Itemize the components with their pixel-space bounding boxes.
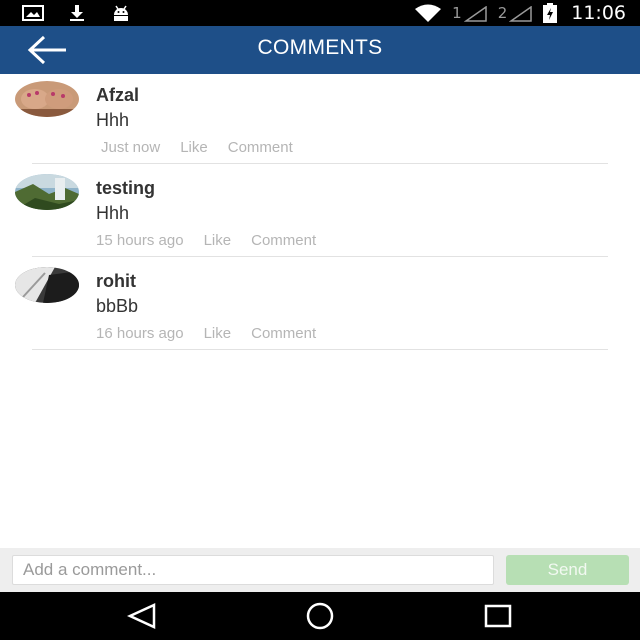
comment-author: rohit [96,271,136,291]
comment-composer: Send [0,548,640,592]
signal-icon [463,6,487,22]
divider [32,163,608,164]
comment-meta: 15 hours ago Like Comment [96,232,336,249]
comment-text: Hhh [96,203,130,223]
app-bar: COMMENTS [0,26,640,74]
comments-list: Afzal Hhh Just now Like Comment testing … [0,74,640,353]
system-status: 1 2 11:06 [414,2,626,24]
signal-icon [509,6,532,22]
nav-back-button[interactable] [124,602,160,630]
page-title: COMMENTS [257,36,383,59]
comment-link[interactable]: Comment [228,139,293,156]
download-icon [70,5,84,21]
comment-text: bbBb [96,296,139,316]
home-circle-icon [306,602,334,630]
comment-author: Afzal [96,85,140,105]
avatar [15,267,79,303]
notification-icons [22,4,132,22]
image-notification-icon [22,5,44,21]
back-triangle-icon [126,603,156,629]
status-bar: 1 2 11:06 [0,0,640,26]
comment-text: Hhh [96,110,130,130]
like-link[interactable]: Like [204,325,232,342]
sim1-signal: 1 [452,4,488,22]
wifi-icon [415,4,442,22]
comment-link[interactable]: Comment [251,232,316,249]
clock: 11:06 [571,2,626,24]
nav-home-button[interactable] [302,602,338,630]
avatar [15,81,79,117]
comment-meta: 16 hours ago Like Comment [96,325,336,342]
recents-square-icon [484,604,512,628]
android-icon [114,5,128,21]
comment-item: Afzal Hhh Just now Like Comment [0,74,640,167]
navigation-bar [0,592,640,640]
divider [32,256,608,257]
comment-item: rohit bbBb 16 hours ago Like Comment [0,260,640,353]
comment-author: testing [96,178,156,198]
send-button[interactable]: Send [506,555,629,585]
comment-meta: Just now Like Comment [101,139,313,156]
avatar [15,174,79,210]
like-link[interactable]: Like [180,139,208,156]
battery-icon [543,3,558,23]
sim2-label: 2 [497,4,508,22]
comment-timestamp: Just now [101,139,161,156]
comment-link[interactable]: Comment [251,325,316,342]
comment-input[interactable] [12,555,494,585]
nav-recents-button[interactable] [480,602,516,630]
like-link[interactable]: Like [204,232,232,249]
comment-timestamp: 15 hours ago [96,232,184,249]
comment-item: testing Hhh 15 hours ago Like Comment [0,167,640,260]
divider [32,349,608,350]
sim1-label: 1 [452,4,462,22]
sim2-signal: 2 [498,4,534,22]
comment-timestamp: 16 hours ago [96,325,184,342]
